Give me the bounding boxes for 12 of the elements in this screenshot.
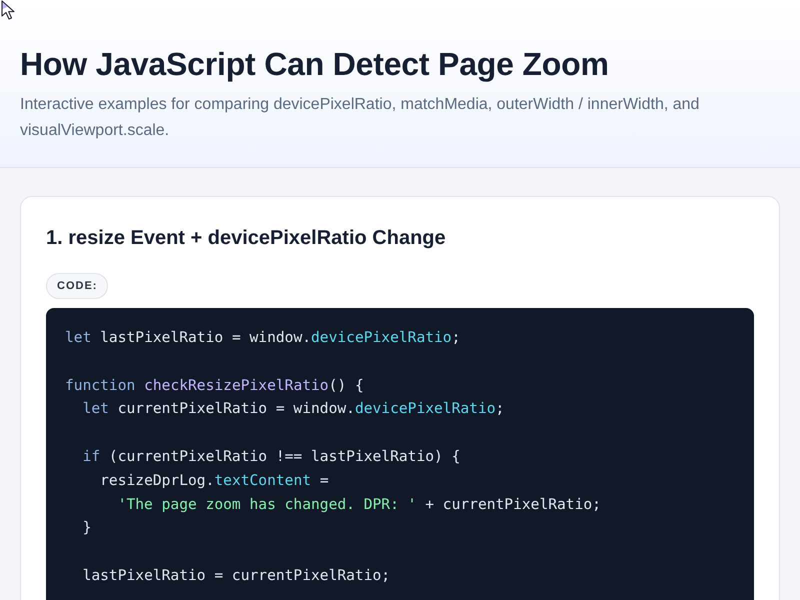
code-line: if (currentPixelRatio !== lastPixelRatio) {: [82, 446, 460, 467]
code-line: function checkResizePixelRatio() {: [65, 376, 364, 396]
code-line: let currentPixelRatio = window.devicePixelRatio;: [82, 399, 504, 420]
page-title: How JavaScript Can Detect Page Zoom: [20, 45, 609, 84]
code-line: lastPixelRatio = currentPixelRatio;: [82, 566, 390, 586]
code-line: 'The page zoom has changed. DPR: ' + currentPixelRatio;: [118, 494, 601, 515]
code-label: CODE:: [46, 273, 108, 299]
code-line: }: [82, 518, 92, 538]
section-heading: 1. resize Event + devicePixelRatio Change: [46, 226, 446, 251]
page-subtitle: Interactive examples for comparing devicePixelRatio, matchMedia, outerWidth / innerWidth, and visualViewport.scale.: [20, 95, 700, 141]
code-line: let lastPixelRatio = window.devicePixelRatio;: [65, 328, 460, 348]
code-line: resizeDprLog.textContent =: [100, 470, 329, 491]
